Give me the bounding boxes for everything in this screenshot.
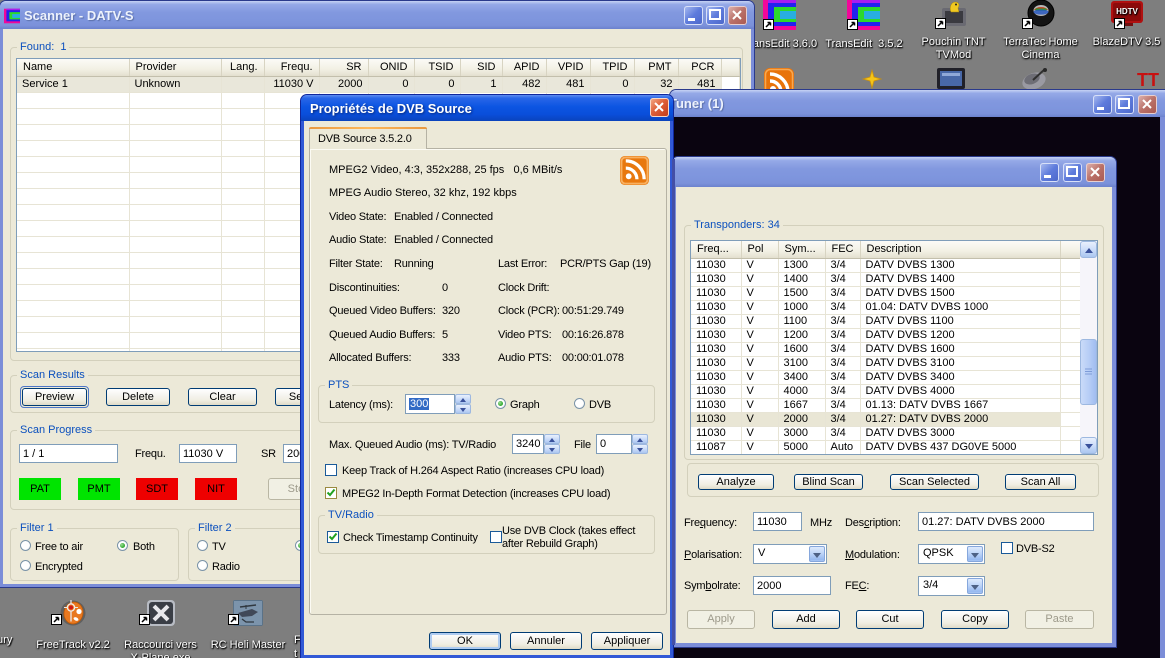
svg-text:TT: TT [1137,70,1159,90]
svg-text:HDTV: HDTV [1116,7,1138,16]
